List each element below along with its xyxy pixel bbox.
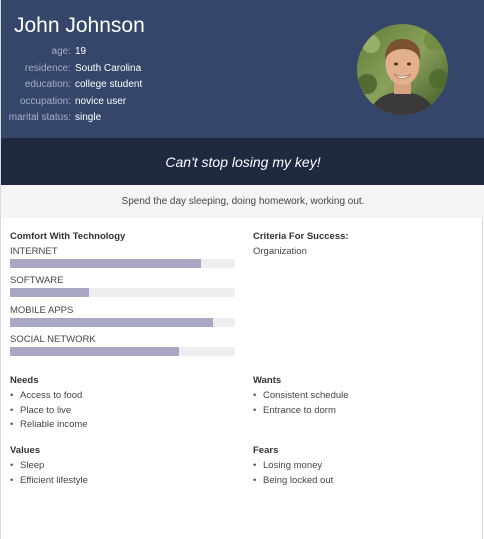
tech-bar-mobile-apps (10, 318, 235, 327)
list-item: Sleep (10, 459, 88, 474)
persona-details: age: 19 residence: South Carolina educat… (1, 44, 301, 127)
criteria-value: Organization (253, 246, 307, 257)
list-item: Reliable income (10, 418, 88, 433)
detail-key: residence: (24, 62, 71, 74)
detail-key: education: (24, 79, 71, 91)
tech-bar-fill (10, 318, 213, 327)
persona-header: John Johnson age: 19 residence: South Ca… (1, 0, 484, 138)
avatar-photo (357, 24, 448, 115)
needs-title: Needs (10, 375, 39, 386)
tech-label-software: SOFTWARE (10, 275, 64, 286)
tech-label-mobile-apps: MOBILE APPS (10, 305, 74, 316)
list-item: Entrance to dorm (253, 404, 349, 419)
detail-occupation: occupation: novice user (1, 94, 301, 111)
tech-bar-fill (10, 288, 89, 297)
detail-key: marital status: (8, 112, 71, 124)
tech-label-social-network: SOCIAL NETWORK (10, 334, 96, 345)
list-item: Place to live (10, 404, 88, 419)
avatar (357, 24, 448, 115)
tech-label-internet: INTERNET (10, 246, 58, 257)
bio-bar: Spend the day sleeping, doing homework, … (1, 185, 484, 218)
persona-bio: Spend the day sleeping, doing homework, … (121, 196, 365, 207)
tech-bar-fill (10, 259, 202, 268)
list-item: Access to food (10, 389, 88, 404)
tech-bar-social-network (10, 347, 235, 356)
detail-education: education: college student (1, 77, 301, 94)
wants-list: Consistent schedule Entrance to dorm (253, 389, 349, 418)
detail-marital-status: marital status: single (1, 110, 301, 127)
tech-bar-internet (10, 259, 235, 268)
detail-residence: residence: South Carolina (1, 61, 301, 78)
fears-title: Fears (253, 445, 279, 456)
persona-name: John Johnson (14, 14, 145, 37)
detail-key: age: (51, 46, 71, 57)
persona-quote: Can't stop losing my key! (165, 153, 321, 170)
detail-value: South Carolina (75, 62, 142, 74)
tech-bar-software (10, 288, 235, 297)
values-title: Values (10, 445, 41, 456)
detail-age: age: 19 (1, 44, 301, 61)
detail-value: novice user (75, 95, 127, 107)
detail-value: 19 (75, 46, 87, 57)
tech-bar-fill (10, 347, 179, 356)
list-item: Losing money (253, 459, 333, 474)
detail-value: college student (75, 79, 143, 91)
comfort-title: Comfort With Technology (10, 231, 126, 242)
criteria-title: Criteria For Success: (253, 231, 349, 242)
persona-card: John Johnson age: 19 residence: South Ca… (0, 0, 484, 539)
detail-value: single (75, 112, 102, 124)
list-item: Being locked out (253, 474, 333, 489)
detail-key: occupation: (19, 95, 71, 107)
list-item: Efficient lifestyle (10, 474, 88, 489)
quote-bar: Can't stop losing my key! (1, 138, 484, 185)
values-list: Sleep Efficient lifestyle (10, 459, 88, 488)
list-item: Consistent schedule (253, 389, 349, 404)
wants-title: Wants (253, 375, 282, 386)
fears-list: Losing money Being locked out (253, 459, 333, 488)
needs-list: Access to food Place to live Reliable in… (10, 389, 88, 433)
